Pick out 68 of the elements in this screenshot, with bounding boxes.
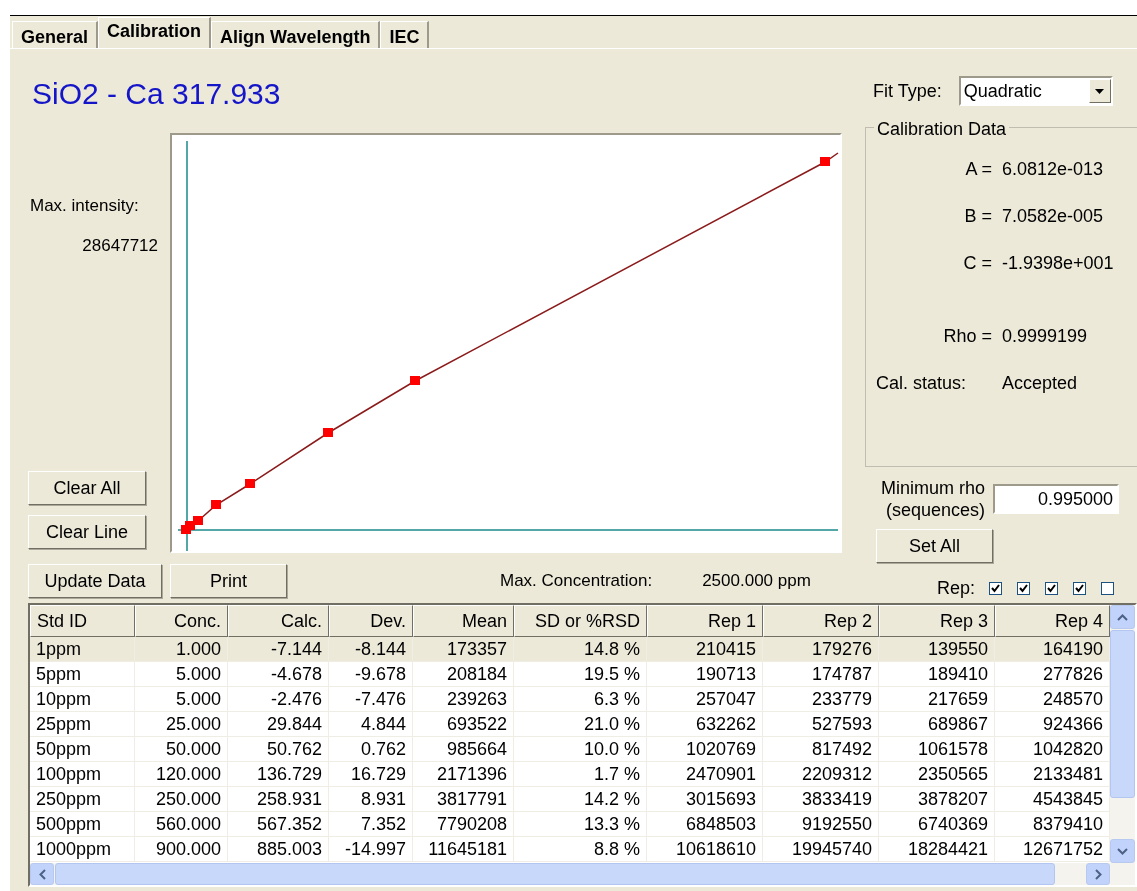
rep-checkbox[interactable] — [1101, 581, 1115, 595]
tab[interactable]: Align Wavelength — [211, 21, 381, 48]
tab[interactable]: IEC — [380, 21, 430, 48]
coefficient-label: Cal. status: — [876, 372, 967, 395]
table-cell: 19945740 — [763, 837, 879, 862]
column-header[interactable]: Rep 1 — [647, 605, 763, 637]
calibration-title: SiO2 - Ca 317.933 — [32, 77, 281, 110]
minimum-rho-field[interactable]: 0.995000 — [993, 484, 1120, 514]
coefficient-label: A = — [965, 158, 992, 181]
table-cell: 11645181 — [413, 837, 514, 862]
clear-line-button[interactable]: Clear Line — [28, 515, 146, 549]
max-intensity-value: 28647712 — [82, 234, 158, 257]
coefficient-value: 7.0582e-005 — [1002, 205, 1105, 228]
coefficient-label: Rho = — [943, 325, 992, 348]
coefficient-label: C = — [963, 252, 992, 275]
table-row[interactable]: 5ppm 5.000 -4.678 -9.678 208184 19.5 % 190713 174787 189410 277826 — [30, 662, 1110, 687]
max-intensity-label: Max. intensity: — [30, 195, 140, 217]
table-row[interactable]: 1000ppm 900.000 885.003 -14.997 11645181 8.8 % 10618610 19945740 18284421 12671752 — [30, 837, 1110, 862]
column-header[interactable]: Dev. — [329, 605, 413, 637]
table-cell: 8.8 % — [514, 837, 647, 862]
column-header[interactable]: Rep 2 — [763, 605, 879, 637]
horizontal-scrollbar[interactable] — [30, 863, 1135, 885]
rep-label: Rep: — [937, 576, 976, 600]
scroll-down-icon[interactable] — [1110, 839, 1135, 863]
scroll-right-icon[interactable] — [1086, 863, 1110, 885]
column-header[interactable]: Calc. — [228, 605, 329, 637]
coefficient-value: 6.0812e-013 — [1002, 158, 1105, 181]
table-cell: 1000ppm — [30, 837, 135, 862]
scroll-up-icon[interactable] — [1110, 605, 1135, 629]
table-row[interactable]: 10ppm 5.000 -2.476 -7.476 239263 6.3 % 257047 233779 217659 248570 — [30, 687, 1110, 712]
rep-checkbox[interactable] — [1073, 581, 1087, 595]
rep-checkbox[interactable] — [1045, 581, 1059, 595]
column-header[interactable]: SD or %RSD — [514, 605, 647, 637]
print-button[interactable]: Print — [170, 564, 287, 598]
table-cell: 900.000 — [135, 837, 228, 862]
column-header[interactable]: Rep 3 — [879, 605, 995, 637]
table-row[interactable]: 500ppm 560.000 567.352 7.352 7790208 13.3 % 6848503 9192550 6740369 8379410 — [30, 812, 1110, 837]
fit-type-label: Fit Type: — [873, 79, 942, 103]
table-row[interactable]: 250ppm 250.000 258.931 8.931 3817791 14.2 % 3015693 3833419 3878207 4543845 — [30, 787, 1110, 812]
coefficient-label: B = — [964, 205, 992, 228]
coefficient-value: -1.9398e+001 — [1002, 252, 1115, 275]
column-header[interactable]: Conc. — [135, 605, 228, 637]
coefficient-value: Accepted — [1002, 372, 1079, 395]
tab[interactable]: Calibration — [98, 17, 212, 48]
fit-type-dropdown[interactable]: Quadratic — [958, 76, 1113, 106]
table-cell: -14.997 — [329, 837, 413, 862]
table-cell: 18284421 — [879, 837, 995, 862]
table-row[interactable]: 50ppm 50.000 50.762 0.762 985664 10.0 % 1020769 817492 1061578 1042820 — [30, 737, 1110, 762]
coefficient-value: 0.9999199 — [1002, 325, 1089, 348]
table-row[interactable]: 100ppm 120.000 136.729 16.729 2171396 1.7 % 2470901 2209312 2350565 2133481 — [30, 762, 1110, 787]
table-row[interactable]: 25ppm 25.000 29.844 4.844 693522 21.0 % 632262 527593 689867 924366 — [30, 712, 1110, 737]
update-data-button[interactable]: Update Data — [28, 564, 162, 598]
column-header[interactable]: Mean — [413, 605, 514, 637]
scroll-left-icon[interactable] — [30, 863, 54, 885]
set-all-button[interactable]: Set All — [876, 529, 993, 563]
clear-all-button[interactable]: Clear All — [28, 471, 146, 505]
table-cell: 885.003 — [228, 837, 329, 862]
table-cell: 10618610 — [647, 837, 763, 862]
tab[interactable]: General — [12, 21, 99, 48]
table-row[interactable]: 1ppm 1.000 -7.144 -8.144 173357 14.8 % 210415 179276 139550 164190 — [30, 637, 1110, 662]
minimum-rho-label: Minimum rho (sequences) — [881, 477, 986, 521]
column-header[interactable]: Std ID — [30, 605, 135, 637]
max-concentration-label: Max. Concentration: — [500, 570, 653, 593]
column-header[interactable]: Rep 4 — [995, 605, 1110, 637]
rep-checkbox[interactable] — [989, 581, 1003, 595]
rep-checkbox[interactable] — [1017, 581, 1031, 595]
vertical-scrollbar[interactable] — [1110, 605, 1135, 863]
max-concentration-value: 2500.000 ppm — [702, 570, 811, 593]
